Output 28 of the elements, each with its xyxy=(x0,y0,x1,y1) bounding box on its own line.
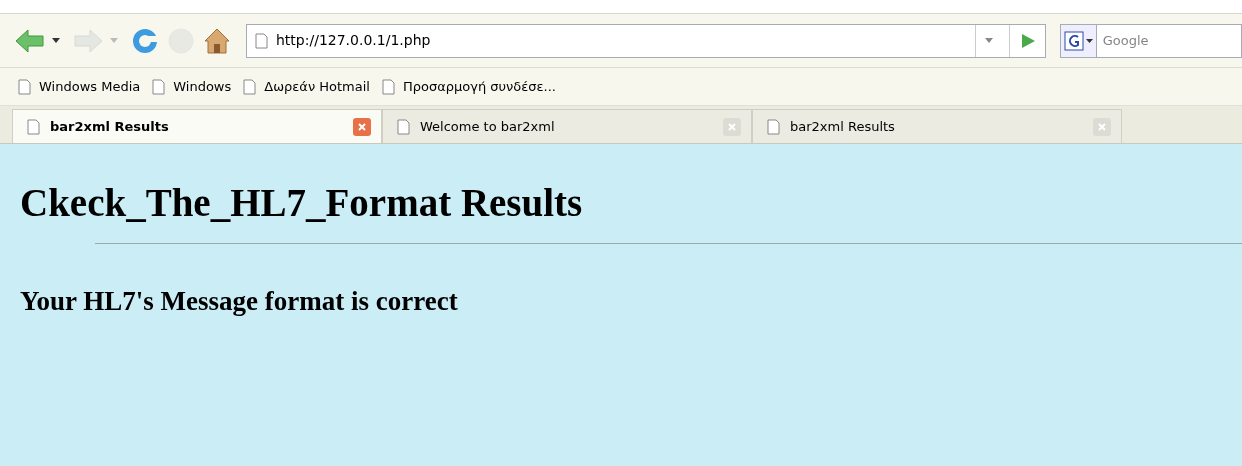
dropdown-caret-icon[interactable] xyxy=(52,38,60,43)
browser-tab[interactable]: bar2xml Results xyxy=(12,109,382,143)
close-tab-icon[interactable] xyxy=(1093,117,1111,136)
bookmark-link[interactable]: Windows xyxy=(152,76,232,97)
search-engine-icon[interactable] xyxy=(1060,23,1097,58)
caret-icon xyxy=(984,38,993,43)
page-icon xyxy=(397,118,410,135)
back-arrow-icon[interactable] xyxy=(14,26,46,55)
page-icon xyxy=(381,78,395,95)
address-bar[interactable]: http://127.0.0.1/1.php xyxy=(246,23,1046,58)
browser-tab[interactable]: bar2xml Results xyxy=(752,109,1122,143)
page-icon xyxy=(767,118,780,135)
bookmark-link[interactable]: Δωρεάν Hotmail xyxy=(243,76,370,97)
page-icon xyxy=(255,32,268,49)
url-text: http://127.0.0.1/1.php xyxy=(276,31,432,50)
close-tab-icon[interactable] xyxy=(353,117,371,136)
page-icon xyxy=(152,78,166,95)
bookmark-link[interactable]: Προσαρμογή συνδέσε... xyxy=(381,76,556,97)
play-arrow-icon xyxy=(1019,32,1036,49)
page-heading: Ckeck_The_HL7_Format Results xyxy=(19,181,584,225)
close-tab-icon[interactable] xyxy=(723,117,741,136)
page-icon xyxy=(27,118,40,135)
page-icon xyxy=(18,78,31,95)
message-text: Your HL7's Message format is correct xyxy=(19,285,459,318)
bookmark-link[interactable]: Windows Media xyxy=(18,76,141,97)
page-icon xyxy=(243,78,257,95)
search-field[interactable]: Google xyxy=(1096,23,1242,58)
browser-tab[interactable]: Welcome to bar2xml xyxy=(382,109,752,143)
